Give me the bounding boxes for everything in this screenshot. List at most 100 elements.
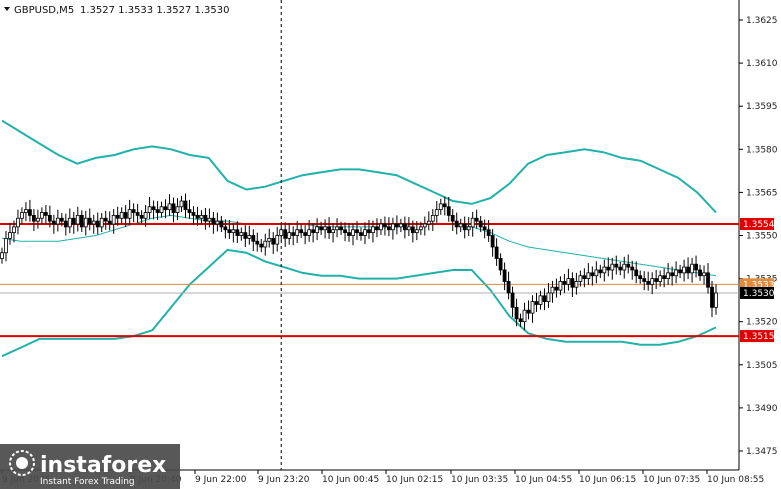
candle-body-69 [275,235,280,245]
candle-body-120 [478,220,483,228]
candle-body-89 [355,229,359,234]
candle-body-173 [690,263,694,274]
candle-body-61 [243,232,248,239]
candle-body-24 [95,220,100,228]
watermark-tagline: Instant Forex Trading [40,477,135,487]
candle-body-136 [542,295,547,302]
candle-body-126 [502,269,507,282]
candle-body-37 [147,206,152,213]
candle-body-158 [630,266,635,271]
candle-body-52 [207,217,212,222]
candle-body-174 [694,263,698,271]
candle-body-48 [191,212,196,216]
candle-body-118 [470,217,475,228]
candle-body-93 [371,226,375,234]
candle-body-127 [506,281,511,294]
candle-body-43 [171,203,176,213]
candle-body-91 [363,229,367,236]
candle-body-113 [450,214,455,222]
candle-body-27 [107,220,112,225]
y-tick-label-9: 1.3490 [746,404,778,414]
candle-body-112 [446,206,451,216]
candle-body-105 [418,226,423,231]
candle-body-104 [414,229,419,234]
candle-body-7 [28,209,32,216]
candle-body-6 [24,209,28,213]
candle-body-106 [422,223,427,228]
candle-body-11 [43,212,48,216]
candle-body-64 [255,240,260,245]
candle-body-178 [710,286,714,308]
y-tick-label-1: 1.3610 [746,59,778,69]
candle-body-67 [267,237,272,242]
candle-body-137 [546,292,551,302]
candle-body-99 [394,223,399,228]
candle-body-19 [75,214,80,225]
candle-body-102 [406,226,411,231]
candle-body-50 [199,214,204,219]
y-tick-label-3: 1.3580 [746,145,778,155]
candle-body-94 [375,226,379,231]
candle-body-46 [183,200,188,211]
candle-body-5 [20,212,24,219]
candle-body-59 [235,229,240,236]
candle-body-129 [514,306,519,320]
candle-body-29 [115,214,120,219]
candle-body-111 [442,203,447,208]
price-chart: 1.3625 1.3610 1.3595 1.3580 1.3565 1.3550 1.35… [0,0,781,489]
candle-body-148 [590,272,595,277]
candle-body-116 [462,223,467,231]
chart-background [0,0,781,489]
candle-body-160 [638,275,643,279]
candle-body-58 [231,229,236,234]
x-tick-label-3: 9 Jun 23:20 [258,475,310,485]
chart-header: GBPUSD,M5 1.3527 1.3533 1.3527 1.3530 [4,5,230,16]
current-price-tag-label: 1.3530 [743,289,775,299]
level-tag-label-1.3554: 1.3554 [743,220,775,230]
candle-body-79 [315,226,320,234]
candle-body-47 [187,209,192,213]
candle-body-66 [263,240,268,248]
candle-body-25 [99,217,104,228]
candle-body-75 [299,229,304,234]
candle-body-83 [331,229,335,234]
candle-body-110 [438,203,443,211]
candle-body-60 [239,232,244,236]
candle-body-30 [119,212,124,219]
candle-body-122 [486,229,491,236]
candle-body-175 [698,269,702,277]
candle-body-70 [279,229,284,236]
candle-body-39 [155,209,160,213]
candle-body-31 [123,212,128,219]
x-tick-label-10: 10 Jun 08:55 [707,475,764,485]
candle-body-53 [211,217,216,225]
candle-body-36 [143,212,148,219]
candle-body-74 [295,229,300,236]
candle-body-54 [215,220,220,225]
candle-body-51 [203,214,208,222]
candle-body-63 [251,235,256,242]
candle-body-90 [359,232,363,236]
x-tick-label-4: 10 Jun 00:45 [322,475,379,485]
candle-body-18 [71,217,76,225]
level-tag-label-1.3515: 1.3515 [743,332,775,342]
candle-body-38 [151,206,156,211]
candle-body-92 [367,229,371,234]
candle-body-34 [135,212,140,216]
candle-body-130 [518,318,523,323]
symbol-label: GBPUSD,M5 [14,5,74,16]
candle-body-101 [402,223,407,231]
candle-body-172 [686,266,690,274]
candle-body-149 [594,269,599,277]
candle-body-15 [59,217,64,222]
candle-body-151 [602,266,607,274]
chart-window: 1.3625 1.3610 1.3595 1.3580 1.3565 1.3550 1.35… [0,0,781,489]
candle-body-147 [586,272,591,279]
candle-body-14 [55,217,60,225]
candle-body-131 [522,309,527,323]
candle-body-124 [494,246,499,259]
candle-body-72 [287,232,292,239]
candle-body-78 [311,229,316,234]
candle-body-35 [139,214,144,219]
x-tick-label-5: 10 Jun 02:15 [386,475,443,485]
